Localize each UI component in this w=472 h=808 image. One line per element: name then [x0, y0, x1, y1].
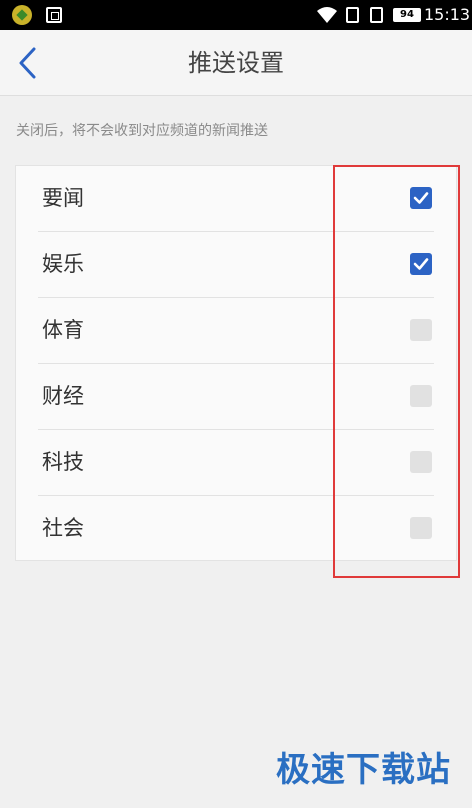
status-bar: 94 15:13: [0, 0, 472, 30]
channel-label: 社会: [42, 516, 84, 540]
header: 推送设置: [0, 30, 472, 96]
watermark: 极速下载站: [276, 750, 451, 790]
channel-label: 财经: [42, 384, 84, 408]
battery-indicator: 94: [393, 8, 421, 22]
wifi-icon: [317, 7, 337, 23]
channel-label: 要闻: [42, 186, 84, 210]
page-title: 推送设置: [188, 49, 284, 77]
hint-text: 关闭后，将不会收到对应频道的新闻推送: [16, 123, 268, 139]
status-time: 15:13: [424, 5, 471, 24]
app-logo-icon: [12, 5, 32, 25]
sim-icon: [370, 7, 383, 23]
sim-icon: [346, 7, 359, 23]
channel-label: 娱乐: [42, 252, 84, 276]
channel-label: 体育: [42, 318, 84, 342]
screenshot-icon: [46, 7, 62, 23]
channel-label: 科技: [42, 450, 84, 474]
highlight-box: [333, 165, 460, 578]
